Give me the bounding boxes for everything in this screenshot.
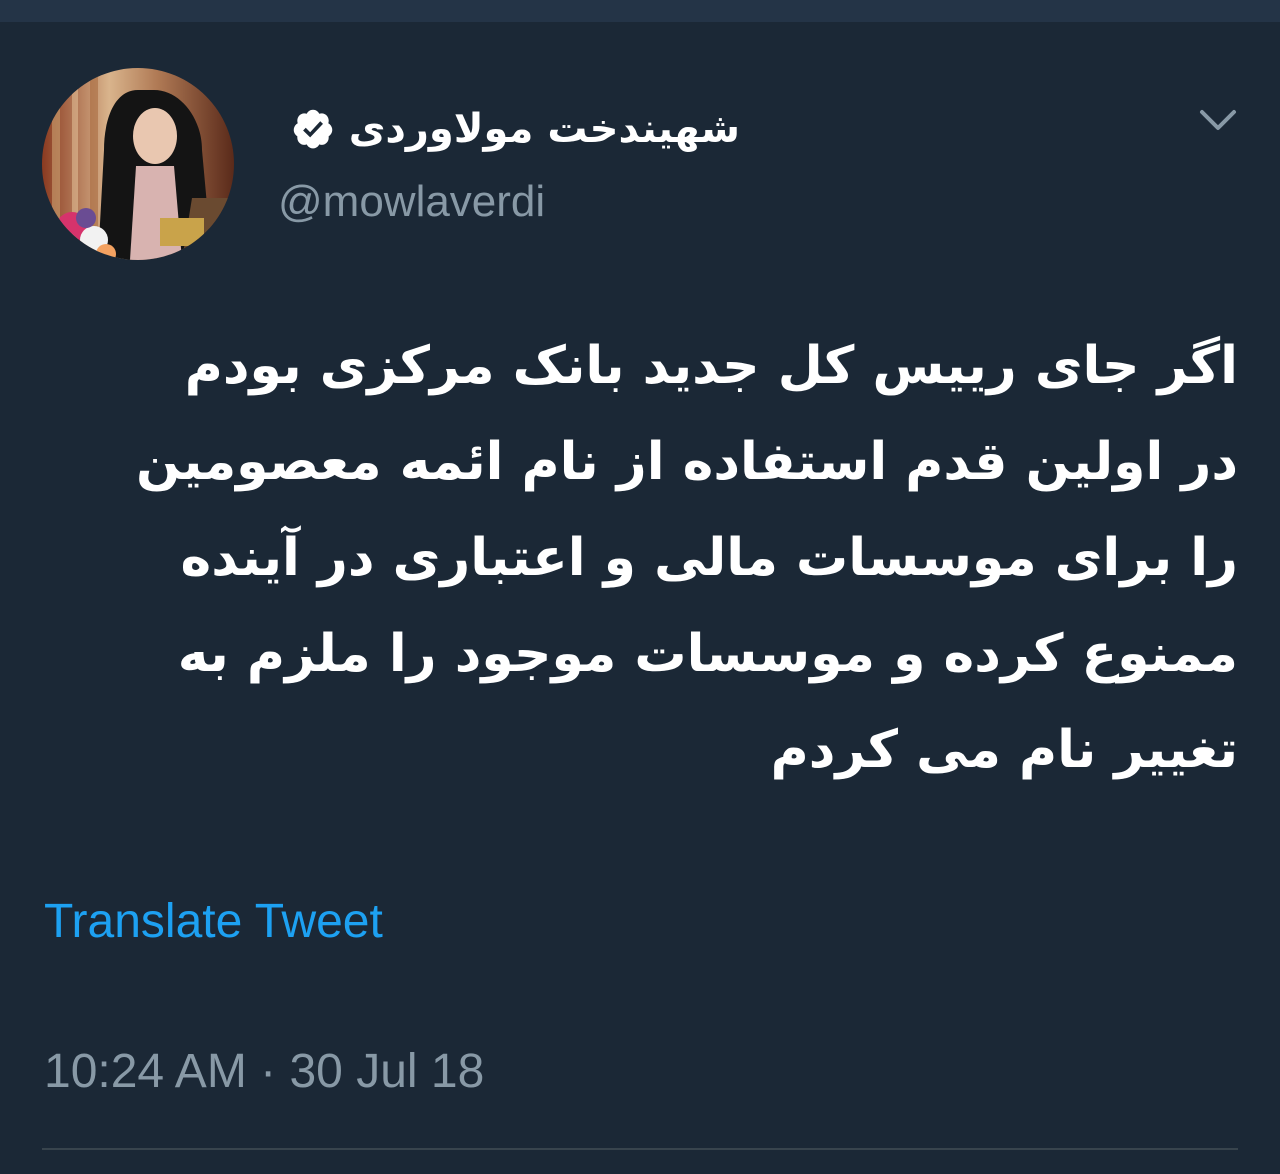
chevron-down-icon[interactable]	[1196, 102, 1240, 138]
top-bar	[0, 0, 1280, 22]
tweet-timestamp[interactable]: 10:24 AM · 30 Jul 18	[44, 1040, 484, 1104]
avatar-image	[42, 68, 234, 260]
author-display-name: شهیندخت مولاوردی	[348, 106, 740, 152]
author-handle[interactable]: @mowlaverdi	[278, 172, 545, 232]
avatar[interactable]	[42, 68, 234, 260]
translate-tweet-link[interactable]: Translate Tweet	[44, 890, 383, 954]
verified-badge-icon	[293, 109, 332, 149]
divider	[42, 1148, 1238, 1150]
author-name-row[interactable]: شهیندخت مولاوردی	[291, 100, 740, 158]
tweet-text: اگر جای رییس کل جدید بانک مرکزی بودم در …	[135, 336, 1238, 780]
